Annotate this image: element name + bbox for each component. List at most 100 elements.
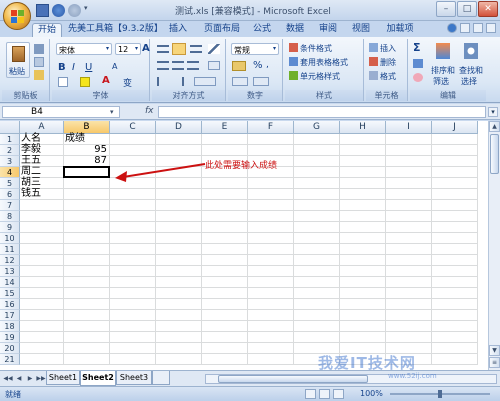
cell-B18[interactable]	[64, 321, 110, 332]
cell-B20[interactable]	[64, 343, 110, 354]
cell-H6[interactable]	[340, 189, 386, 200]
prev-sheet-icon[interactable]: ◀	[14, 374, 24, 384]
row-header-16[interactable]: 16	[0, 299, 20, 310]
cell-I8[interactable]	[386, 211, 432, 222]
cell-G15[interactable]	[294, 288, 340, 299]
cell-D2[interactable]	[156, 145, 202, 156]
cell-I16[interactable]	[386, 299, 432, 310]
customize-qat-icon[interactable]: ▾	[84, 4, 92, 17]
find-select-button[interactable]: 查找和	[459, 65, 483, 76]
cell-I13[interactable]	[386, 266, 432, 277]
tab-page-layout[interactable]: 页面布局	[200, 23, 244, 37]
cell-G18[interactable]	[294, 321, 340, 332]
cell-J17[interactable]	[432, 310, 478, 321]
split-icon[interactable]: ≡	[489, 357, 500, 368]
cell-I10[interactable]	[386, 233, 432, 244]
cell-C9[interactable]	[110, 222, 156, 233]
column-header-G[interactable]: G	[294, 121, 340, 134]
cell-B11[interactable]	[64, 244, 110, 255]
format-button[interactable]: 格式	[380, 71, 396, 82]
cell-A20[interactable]	[20, 343, 64, 354]
row-header-11[interactable]: 11	[0, 244, 20, 255]
vertical-scrollbar[interactable]: ▲ ▼ ≡	[488, 121, 500, 370]
grow-font-button[interactable]: A	[142, 43, 150, 54]
cell-I18[interactable]	[386, 321, 432, 332]
column-header-F[interactable]: F	[248, 121, 294, 134]
cell-G17[interactable]	[294, 310, 340, 321]
cell-E11[interactable]	[202, 244, 248, 255]
tab-home[interactable]: 开始	[32, 23, 62, 37]
row-header-6[interactable]: 6	[0, 189, 20, 200]
cell-F19[interactable]	[248, 332, 294, 343]
cell-B8[interactable]	[64, 211, 110, 222]
cell-G9[interactable]	[294, 222, 340, 233]
currency-icon[interactable]	[232, 61, 246, 71]
zoom-slider-thumb[interactable]	[438, 390, 442, 398]
cell-I6[interactable]	[386, 189, 432, 200]
tab-formulas[interactable]: 公式	[250, 23, 274, 37]
fill-color-icon[interactable]	[80, 77, 90, 87]
cell-F7[interactable]	[248, 200, 294, 211]
ribbon-close-icon[interactable]	[486, 23, 496, 33]
font-size-select[interactable]: 12 ▾	[115, 43, 141, 55]
increase-indent-icon[interactable]	[172, 77, 184, 86]
cell-D21[interactable]	[156, 354, 202, 365]
help-icon[interactable]	[447, 23, 457, 33]
row-header-8[interactable]: 8	[0, 211, 20, 222]
cell-B6[interactable]	[64, 189, 110, 200]
cell-C12[interactable]	[110, 255, 156, 266]
row-header-2[interactable]: 2	[0, 145, 20, 156]
cell-H11[interactable]	[340, 244, 386, 255]
row-header-14[interactable]: 14	[0, 277, 20, 288]
cell-A7[interactable]	[20, 200, 64, 211]
vertical-scroll-thumb[interactable]	[490, 134, 499, 174]
cell-B14[interactable]	[64, 277, 110, 288]
column-header-D[interactable]: D	[156, 121, 202, 134]
cell-E2[interactable]	[202, 145, 248, 156]
cell-E10[interactable]	[202, 233, 248, 244]
cell-B17[interactable]	[64, 310, 110, 321]
sheet-tab-1[interactable]: Sheet1	[46, 371, 80, 385]
cell-D17[interactable]	[156, 310, 202, 321]
cell-G2[interactable]	[294, 145, 340, 156]
cell-G1[interactable]	[294, 134, 340, 145]
cell-H4[interactable]	[340, 167, 386, 178]
cell-J1[interactable]	[432, 134, 478, 145]
cell-D1[interactable]	[156, 134, 202, 145]
cell-E9[interactable]	[202, 222, 248, 233]
cell-J7[interactable]	[432, 200, 478, 211]
cell-styles-button[interactable]: 单元格样式	[300, 71, 340, 82]
cell-D16[interactable]	[156, 299, 202, 310]
clear-icon[interactable]	[413, 73, 423, 82]
cell-I19[interactable]	[386, 332, 432, 343]
column-header-J[interactable]: J	[432, 121, 478, 134]
cell-H17[interactable]	[340, 310, 386, 321]
cell-I11[interactable]	[386, 244, 432, 255]
borders-icon[interactable]	[58, 77, 68, 87]
cell-G3[interactable]	[294, 156, 340, 167]
row-header-5[interactable]: 5	[0, 178, 20, 189]
tab-toolbox[interactable]: 先美工具箱【9.3.2版】	[68, 23, 163, 37]
cell-E7[interactable]	[202, 200, 248, 211]
cell-A10[interactable]	[20, 233, 64, 244]
cell-H19[interactable]	[340, 332, 386, 343]
cell-F11[interactable]	[248, 244, 294, 255]
cell-G12[interactable]	[294, 255, 340, 266]
wrap-text-icon[interactable]	[208, 61, 220, 70]
row-header-10[interactable]: 10	[0, 233, 20, 244]
row-header-13[interactable]: 13	[0, 266, 20, 277]
cell-H8[interactable]	[340, 211, 386, 222]
cell-G11[interactable]	[294, 244, 340, 255]
cell-A21[interactable]	[20, 354, 64, 365]
cell-H9[interactable]	[340, 222, 386, 233]
cell-B15[interactable]	[64, 288, 110, 299]
row-header-12[interactable]: 12	[0, 255, 20, 266]
cell-A11[interactable]	[20, 244, 64, 255]
row-header-21[interactable]: 21	[0, 354, 20, 365]
row-header-3[interactable]: 3	[0, 156, 20, 167]
cell-F20[interactable]	[248, 343, 294, 354]
formula-input[interactable]	[158, 106, 486, 118]
number-format-select[interactable]: 常规 ▾	[231, 43, 279, 55]
cell-I4[interactable]	[386, 167, 432, 178]
cell-D11[interactable]	[156, 244, 202, 255]
